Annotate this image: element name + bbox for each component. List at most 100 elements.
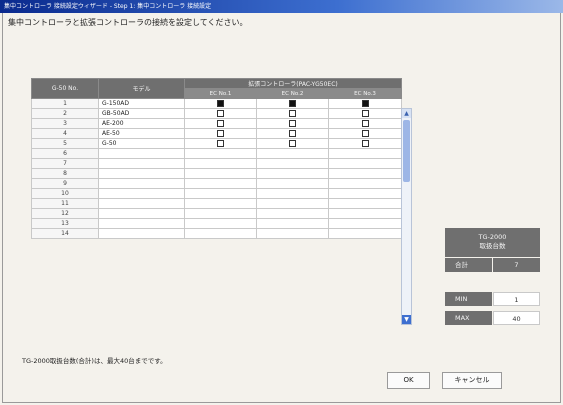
ec2-cell <box>256 188 329 199</box>
ec2-cell <box>256 208 329 219</box>
ec3-header: EC No.3 <box>328 88 402 99</box>
ec1-cell <box>184 98 257 109</box>
model-cell[interactable] <box>98 148 185 159</box>
connection-table: G-50 No. モデル 拡張コントローラ(PAC-YG50EC) EC No.… <box>31 78 402 239</box>
model-cell[interactable]: GB-50AD <box>98 108 185 119</box>
checkbox-checked[interactable] <box>217 100 224 107</box>
ec3-cell <box>328 148 402 159</box>
panel-title-line2: 取扱台数 <box>479 242 506 250</box>
ec2-cell <box>256 128 329 139</box>
tg2000-count-panel: TG-2000 取扱台数 <box>445 228 540 257</box>
ec2-cell <box>256 108 329 119</box>
checkbox-unchecked[interactable] <box>361 130 369 137</box>
ec1-cell <box>184 128 257 139</box>
row-number: 13 <box>31 218 99 229</box>
model-cell[interactable] <box>98 168 185 179</box>
row-number: 12 <box>31 208 99 219</box>
ec2-cell <box>256 158 329 169</box>
window-title-bar: 集中コントローラ 接続設定ウィザード - Step 1: 集中コントローラ 接続… <box>0 0 563 13</box>
ec3-cell <box>328 208 402 219</box>
model-cell[interactable] <box>98 218 185 229</box>
row-number: 8 <box>31 168 99 179</box>
table-row: 12 <box>31 208 402 219</box>
checkbox-unchecked[interactable] <box>289 120 296 127</box>
ec2-cell <box>256 168 329 179</box>
row-number: 4 <box>31 128 99 139</box>
checkbox-unchecked[interactable] <box>361 140 369 147</box>
scroll-up-arrow-icon[interactable]: ▲ <box>402 109 411 118</box>
table-row: 1 G-150AD <box>31 98 402 109</box>
model-cell[interactable] <box>98 228 185 239</box>
checkbox-unchecked[interactable] <box>217 140 224 147</box>
table-scrollbar[interactable]: ▲ ▼ <box>401 108 412 325</box>
checkbox-unchecked[interactable] <box>217 130 224 137</box>
ec1-cell <box>184 208 257 219</box>
row-number: 1 <box>31 98 99 109</box>
ec1-cell <box>184 188 257 199</box>
ec2-cell <box>256 218 329 229</box>
ec3-cell <box>328 218 402 229</box>
ec-group-header: 拡張コントローラ(PAC-YG50EC) <box>184 78 402 89</box>
row-number: 14 <box>31 228 99 239</box>
checkbox-unchecked[interactable] <box>289 140 296 147</box>
checkbox-checked[interactable] <box>289 100 296 107</box>
model-cell[interactable] <box>98 198 185 209</box>
col-model-header: モデル <box>98 78 185 99</box>
ec3-cell <box>328 138 402 149</box>
ec2-cell <box>256 98 329 109</box>
checkbox-unchecked[interactable] <box>217 120 224 127</box>
ec3-cell <box>328 108 402 119</box>
cancel-button[interactable]: キャンセル <box>442 372 502 389</box>
ec1-cell <box>184 218 257 229</box>
ec3-cell <box>328 118 402 129</box>
table-row: 14 <box>31 228 402 239</box>
ec1-cell <box>184 158 257 169</box>
checkbox-unchecked[interactable] <box>361 120 369 127</box>
checkbox-unchecked[interactable] <box>289 110 296 117</box>
model-cell[interactable] <box>98 158 185 169</box>
model-cell[interactable] <box>98 188 185 199</box>
model-cell[interactable]: G-150AD <box>98 98 185 109</box>
ec1-cell <box>184 178 257 189</box>
table-row: 7 <box>31 158 402 169</box>
model-cell[interactable]: AE-50 <box>98 128 185 139</box>
row-number: 9 <box>31 178 99 189</box>
ec3-cell <box>328 168 402 179</box>
ec1-cell <box>184 198 257 209</box>
checkbox-unchecked[interactable] <box>361 110 369 117</box>
ec3-cell <box>328 178 402 189</box>
col-g50-header: G-50 No. <box>31 78 99 99</box>
scroll-thumb[interactable] <box>403 120 410 182</box>
checkbox-unchecked[interactable] <box>217 110 224 117</box>
ec3-cell <box>328 198 402 209</box>
model-cell[interactable]: G-50 <box>98 138 185 149</box>
table-row: 8 <box>31 168 402 179</box>
ec1-cell <box>184 228 257 239</box>
ec2-cell <box>256 118 329 129</box>
row-number: 6 <box>31 148 99 159</box>
model-cell[interactable] <box>98 208 185 219</box>
ec2-cell <box>256 138 329 149</box>
checkbox-checked[interactable] <box>361 100 369 107</box>
table-row: 4 AE-50 <box>31 128 402 139</box>
checkbox-unchecked[interactable] <box>289 130 296 137</box>
ec1-header: EC No.1 <box>184 88 257 99</box>
ec3-cell <box>328 158 402 169</box>
max-row: MAX 40 <box>445 311 540 325</box>
min-row: MIN 1 <box>445 292 540 306</box>
ec1-cell <box>184 118 257 129</box>
ec3-cell <box>328 188 402 199</box>
max-value: 40 <box>493 311 540 325</box>
model-cell[interactable]: AE-200 <box>98 118 185 129</box>
ec3-cell <box>328 98 402 109</box>
ok-button[interactable]: OK <box>387 372 430 389</box>
min-value: 1 <box>493 292 540 306</box>
ec2-cell <box>256 178 329 189</box>
model-cell[interactable] <box>98 178 185 189</box>
window-title: 集中コントローラ 接続設定ウィザード - Step 1: 集中コントローラ 接続… <box>4 3 212 10</box>
table-row: 2 GB-50AD <box>31 108 402 119</box>
scroll-down-arrow-icon[interactable]: ▼ <box>402 315 411 324</box>
ec2-cell <box>256 148 329 159</box>
row-number: 5 <box>31 138 99 149</box>
ec1-cell <box>184 168 257 179</box>
